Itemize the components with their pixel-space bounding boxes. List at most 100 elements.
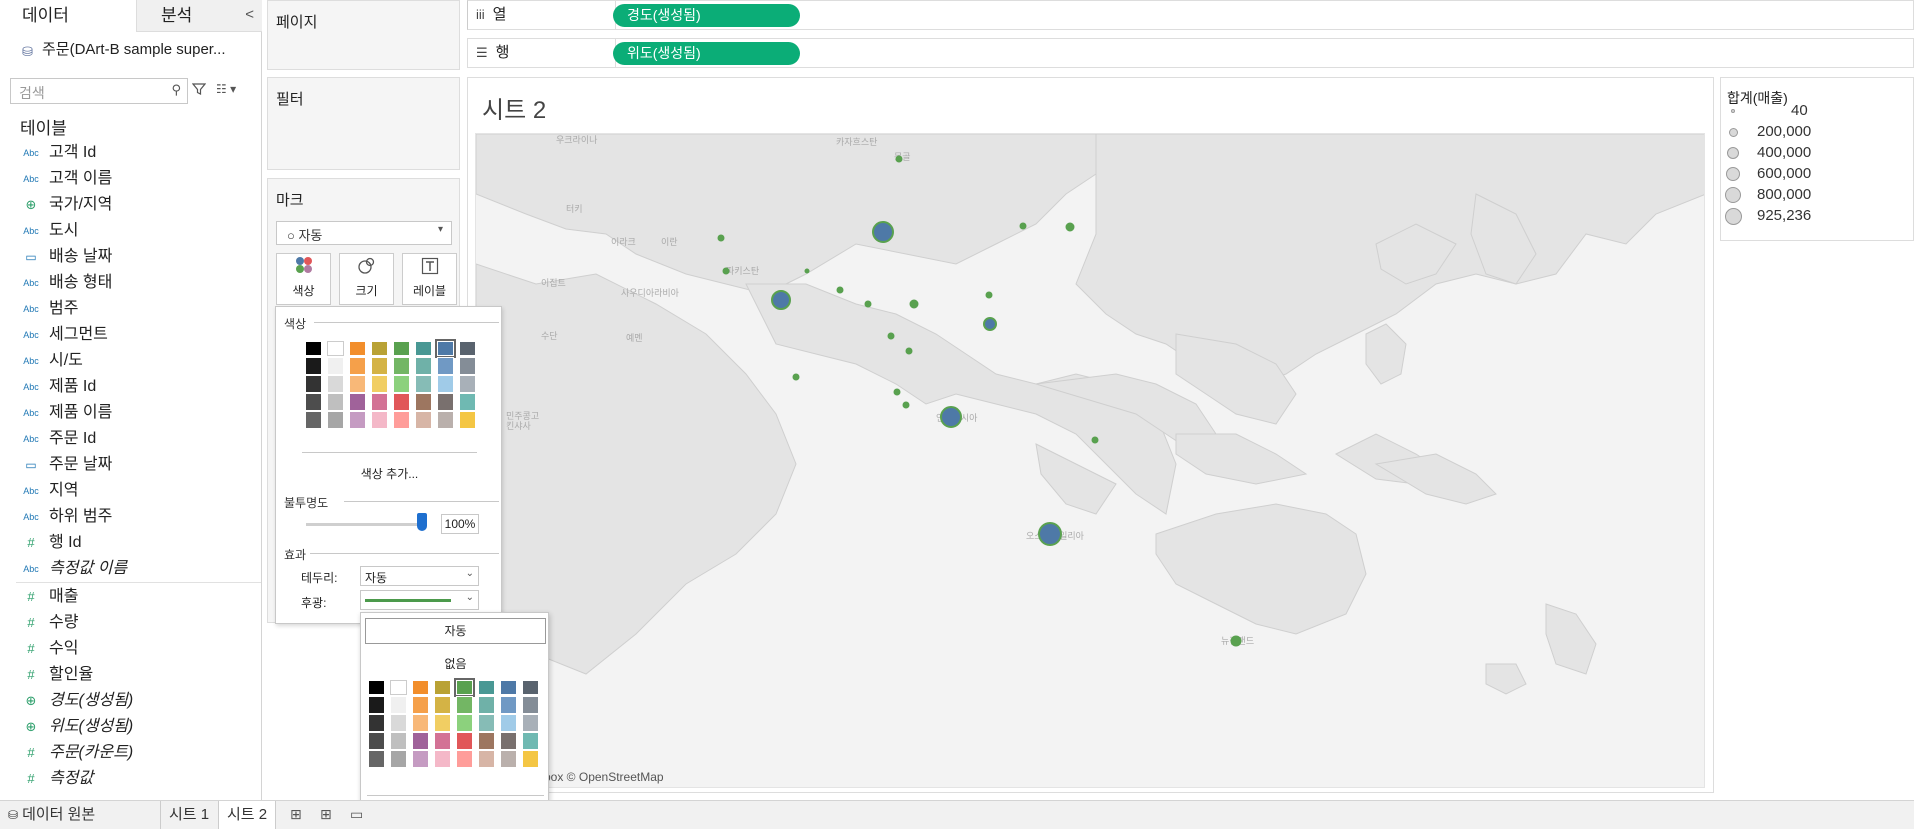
field-item[interactable]: Abc 측정값 이름 bbox=[0, 556, 261, 582]
color-swatch[interactable] bbox=[434, 750, 451, 768]
color-swatch[interactable] bbox=[478, 680, 495, 695]
pages-card[interactable]: 페이지 bbox=[267, 0, 460, 70]
color-swatch[interactable] bbox=[522, 714, 539, 732]
field-item[interactable]: Abc 하위 범주 bbox=[0, 504, 261, 530]
map-mark[interactable] bbox=[895, 155, 903, 163]
map-mark[interactable] bbox=[864, 300, 872, 308]
field-item[interactable]: Abc 고객 이름 bbox=[0, 166, 261, 192]
color-swatch[interactable] bbox=[415, 357, 432, 375]
color-swatch[interactable] bbox=[349, 341, 366, 356]
color-swatch[interactable] bbox=[327, 357, 344, 375]
color-swatch[interactable] bbox=[412, 732, 429, 750]
map-attribution[interactable]: box © OpenStreetMap bbox=[544, 770, 664, 784]
add-color-link[interactable]: 색상 추가... bbox=[276, 465, 503, 482]
map-mark[interactable] bbox=[905, 347, 913, 355]
map-mark[interactable] bbox=[1091, 436, 1099, 444]
color-swatch[interactable] bbox=[390, 680, 407, 695]
field-item[interactable]: # 측정값 bbox=[0, 766, 261, 792]
new-dashboard-icon[interactable]: ⊞ bbox=[320, 806, 332, 823]
color-swatch[interactable] bbox=[415, 375, 432, 393]
legend-item[interactable]: 600,000 bbox=[1721, 164, 1914, 185]
color-swatch[interactable] bbox=[434, 680, 451, 695]
filters-card[interactable]: 필터 bbox=[267, 77, 460, 170]
color-swatch[interactable] bbox=[459, 341, 476, 356]
color-swatch[interactable] bbox=[305, 341, 322, 356]
legend-item[interactable]: 800,000 bbox=[1721, 185, 1914, 206]
color-swatch[interactable] bbox=[368, 696, 385, 714]
color-swatch[interactable] bbox=[305, 411, 322, 429]
color-swatch[interactable] bbox=[371, 357, 388, 375]
field-item[interactable]: ▭ 주문 날짜 bbox=[0, 452, 261, 478]
field-item[interactable]: # 수익 bbox=[0, 636, 261, 662]
color-swatch[interactable] bbox=[437, 393, 454, 411]
tab-sheet-1[interactable]: 시트 1 bbox=[160, 801, 217, 829]
color-swatch[interactable] bbox=[368, 680, 385, 695]
color-swatch[interactable] bbox=[412, 750, 429, 768]
color-swatch[interactable] bbox=[522, 750, 539, 768]
color-swatch[interactable] bbox=[368, 750, 385, 768]
color-swatch[interactable] bbox=[390, 732, 407, 750]
color-swatch[interactable] bbox=[456, 750, 473, 768]
color-swatch[interactable] bbox=[327, 411, 344, 429]
field-item[interactable]: Abc 시/도 bbox=[0, 348, 261, 374]
map-mark[interactable] bbox=[1038, 522, 1062, 546]
color-swatch[interactable] bbox=[393, 375, 410, 393]
new-story-icon[interactable]: ▭ bbox=[350, 806, 363, 823]
color-swatch[interactable] bbox=[305, 393, 322, 411]
color-swatch[interactable] bbox=[415, 341, 432, 356]
map-mark[interactable] bbox=[1065, 222, 1075, 232]
field-item[interactable]: Abc 범주 bbox=[0, 296, 261, 322]
map-mark[interactable] bbox=[771, 290, 791, 310]
legend-item[interactable]: 200,000 bbox=[1721, 122, 1914, 143]
color-swatch[interactable] bbox=[456, 732, 473, 750]
map-view[interactable]: 우크라이나카자흐스탄몽골터키이라크이란이집트사우디아라비아파키스탄수단예멘인도네… bbox=[475, 133, 1705, 788]
color-swatch[interactable] bbox=[349, 375, 366, 393]
color-swatch[interactable] bbox=[368, 714, 385, 732]
latitude-pill[interactable]: 위도(생성됨) bbox=[613, 42, 800, 65]
color-swatch[interactable] bbox=[500, 750, 517, 768]
halo-auto-option[interactable]: 자동 bbox=[365, 618, 546, 644]
field-item[interactable]: # 매출 bbox=[0, 584, 261, 610]
map-mark[interactable] bbox=[909, 299, 919, 309]
color-swatch[interactable] bbox=[500, 714, 517, 732]
color-swatch[interactable] bbox=[305, 357, 322, 375]
color-swatch[interactable] bbox=[390, 750, 407, 768]
filter-icon[interactable] bbox=[191, 82, 207, 99]
field-item[interactable]: Abc 세그먼트 bbox=[0, 322, 261, 348]
tab-sheet-2[interactable]: 시트 2 bbox=[218, 801, 277, 829]
color-swatch[interactable] bbox=[522, 680, 539, 695]
color-swatch[interactable] bbox=[349, 357, 366, 375]
color-swatch[interactable] bbox=[437, 411, 454, 429]
color-swatch[interactable] bbox=[305, 375, 322, 393]
color-swatch[interactable] bbox=[327, 341, 344, 356]
map-mark[interactable] bbox=[804, 268, 810, 274]
color-swatch[interactable] bbox=[371, 375, 388, 393]
opacity-slider-track[interactable] bbox=[306, 523, 426, 526]
color-swatch[interactable] bbox=[349, 393, 366, 411]
color-swatch[interactable] bbox=[478, 732, 495, 750]
map-mark[interactable] bbox=[983, 317, 997, 331]
color-swatch[interactable] bbox=[459, 411, 476, 429]
map-mark[interactable] bbox=[893, 388, 901, 396]
rows-shelf[interactable]: ☰ 행 위도(생성됨) bbox=[467, 38, 1914, 68]
map-mark[interactable] bbox=[792, 373, 800, 381]
color-swatch[interactable] bbox=[459, 357, 476, 375]
tab-analysis[interactable]: 분석 < bbox=[136, 0, 262, 32]
field-item[interactable]: ⊕ 경도(생성됨) bbox=[0, 688, 261, 714]
tab-datasource[interactable]: ⛁ 데이터 원본 bbox=[8, 801, 95, 829]
color-swatch[interactable] bbox=[371, 341, 388, 356]
field-item[interactable]: ⊕ 국가/지역 bbox=[0, 192, 261, 218]
color-swatch[interactable] bbox=[437, 375, 454, 393]
tab-data[interactable]: 데이터 bbox=[0, 0, 136, 32]
color-swatch[interactable] bbox=[459, 393, 476, 411]
color-swatch[interactable] bbox=[459, 375, 476, 393]
search-icon[interactable]: ⚲ bbox=[171, 82, 181, 98]
halo-select[interactable]: ⌄ bbox=[360, 590, 479, 610]
color-swatch[interactable] bbox=[478, 750, 495, 768]
color-swatch[interactable] bbox=[390, 714, 407, 732]
field-item[interactable]: Abc 지역 bbox=[0, 478, 261, 504]
marks-type-select[interactable]: ○ 자동 ▾ bbox=[276, 221, 452, 245]
field-item[interactable]: Abc 제품 Id bbox=[0, 374, 261, 400]
color-swatch[interactable] bbox=[371, 393, 388, 411]
legend-item[interactable]: 400,000 bbox=[1721, 143, 1914, 164]
